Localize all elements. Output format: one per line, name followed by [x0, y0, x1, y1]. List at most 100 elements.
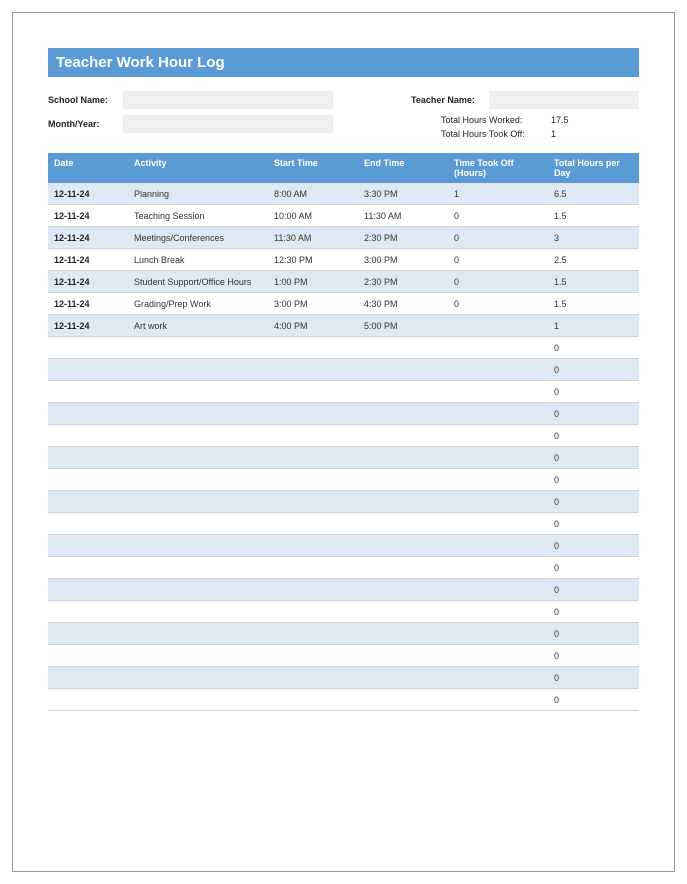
- page-title: Teacher Work Hour Log: [48, 48, 639, 77]
- cell-activity: [128, 431, 268, 441]
- cell-end-time: [358, 673, 448, 683]
- cell-end-time: [358, 585, 448, 595]
- cell-end-time: 5:00 PM: [358, 316, 448, 336]
- table-row: 0: [48, 601, 639, 623]
- table-row: 0: [48, 403, 639, 425]
- cell-time-took-off: [448, 695, 548, 705]
- cell-total-hours: 0: [548, 646, 638, 666]
- table-row: 0: [48, 381, 639, 403]
- cell-time-took-off: [448, 475, 548, 485]
- table-row: 12-11-24Planning8:00 AM3:30 PM16.5: [48, 183, 639, 205]
- cell-end-time: [358, 695, 448, 705]
- total-hours-worked-value: 17.5: [551, 115, 591, 125]
- school-name-input[interactable]: [123, 91, 333, 109]
- cell-end-time: [358, 563, 448, 573]
- cell-time-took-off: [448, 607, 548, 617]
- total-hours-worked-row: Total Hours Worked: 17.5: [441, 115, 639, 125]
- school-name-row: School Name:: [48, 91, 333, 109]
- cell-date: [48, 431, 128, 441]
- cell-start-time: 4:00 PM: [268, 316, 358, 336]
- table-row: 0: [48, 491, 639, 513]
- cell-time-took-off: [448, 563, 548, 573]
- cell-date: 12-11-24: [48, 294, 128, 314]
- cell-end-time: 2:30 PM: [358, 272, 448, 292]
- cell-total-hours: 1.5: [548, 206, 638, 226]
- cell-start-time: [268, 629, 358, 639]
- table-row: 0: [48, 469, 639, 491]
- table-row: 12-11-24Meetings/Conferences11:30 AM2:30…: [48, 227, 639, 249]
- cell-start-time: [268, 497, 358, 507]
- cell-start-time: [268, 673, 358, 683]
- col-date: Date: [48, 153, 128, 183]
- total-hours-off-value: 1: [551, 129, 591, 139]
- cell-activity: [128, 497, 268, 507]
- total-hours-off-row: Total Hours Took Off: 1: [441, 129, 639, 139]
- cell-start-time: [268, 387, 358, 397]
- cell-start-time: 10:00 AM: [268, 206, 358, 226]
- cell-start-time: [268, 431, 358, 441]
- cell-activity: Meetings/Conferences: [128, 228, 268, 248]
- cell-date: [48, 695, 128, 705]
- cell-end-time: 11:30 AM: [358, 206, 448, 226]
- cell-total-hours: 0: [548, 580, 638, 600]
- cell-date: [48, 629, 128, 639]
- cell-start-time: [268, 563, 358, 573]
- cell-activity: [128, 519, 268, 529]
- cell-end-time: [358, 497, 448, 507]
- cell-end-time: 4:30 PM: [358, 294, 448, 314]
- col-end-time: End Time: [358, 153, 448, 183]
- cell-activity: [128, 343, 268, 353]
- cell-date: [48, 453, 128, 463]
- cell-total-hours: 0: [548, 602, 638, 622]
- cell-time-took-off: [448, 519, 548, 529]
- cell-total-hours: 0: [548, 426, 638, 446]
- cell-date: [48, 585, 128, 595]
- cell-date: 12-11-24: [48, 272, 128, 292]
- table-row: 0: [48, 645, 639, 667]
- table-row: 12-11-24Art work4:00 PM5:00 PM1: [48, 315, 639, 337]
- cell-time-took-off: 0: [448, 228, 548, 248]
- cell-total-hours: 1.5: [548, 272, 638, 292]
- table-row: 12-11-24Student Support/Office Hours1:00…: [48, 271, 639, 293]
- cell-time-took-off: [448, 497, 548, 507]
- table-header: Date Activity Start Time End Time Time T…: [48, 153, 639, 183]
- cell-time-took-off: 0: [448, 272, 548, 292]
- cell-end-time: [358, 431, 448, 441]
- form-left: School Name: Month/Year:: [48, 91, 333, 143]
- cell-activity: Art work: [128, 316, 268, 336]
- cell-activity: [128, 365, 268, 375]
- cell-start-time: [268, 519, 358, 529]
- cell-total-hours: 2.5: [548, 250, 638, 270]
- cell-time-took-off: [448, 431, 548, 441]
- cell-activity: [128, 387, 268, 397]
- teacher-name-label: Teacher Name:: [411, 95, 489, 105]
- cell-end-time: [358, 409, 448, 419]
- cell-activity: [128, 585, 268, 595]
- table-row: 0: [48, 689, 639, 711]
- cell-activity: [128, 453, 268, 463]
- cell-activity: [128, 695, 268, 705]
- cell-start-time: [268, 607, 358, 617]
- form-area: School Name: Month/Year: Teacher Name: T…: [48, 91, 639, 143]
- cell-start-time: 11:30 AM: [268, 228, 358, 248]
- teacher-name-input[interactable]: [489, 91, 639, 109]
- cell-total-hours: 6.5: [548, 184, 638, 204]
- school-name-label: School Name:: [48, 95, 123, 105]
- cell-total-hours: 0: [548, 690, 638, 710]
- cell-start-time: [268, 453, 358, 463]
- month-year-input[interactable]: [123, 115, 333, 133]
- table-row: 0: [48, 337, 639, 359]
- table-row: 0: [48, 447, 639, 469]
- cell-activity: [128, 629, 268, 639]
- total-hours-worked-label: Total Hours Worked:: [441, 115, 551, 125]
- table-row: 0: [48, 513, 639, 535]
- cell-total-hours: 0: [548, 448, 638, 468]
- cell-start-time: 12:30 PM: [268, 250, 358, 270]
- cell-time-took-off: [448, 321, 548, 331]
- teacher-name-row: Teacher Name:: [411, 91, 639, 109]
- cell-time-took-off: [448, 585, 548, 595]
- col-time-took-off: Time Took Off (Hours): [448, 153, 548, 183]
- cell-date: [48, 541, 128, 551]
- cell-date: [48, 651, 128, 661]
- cell-end-time: [358, 453, 448, 463]
